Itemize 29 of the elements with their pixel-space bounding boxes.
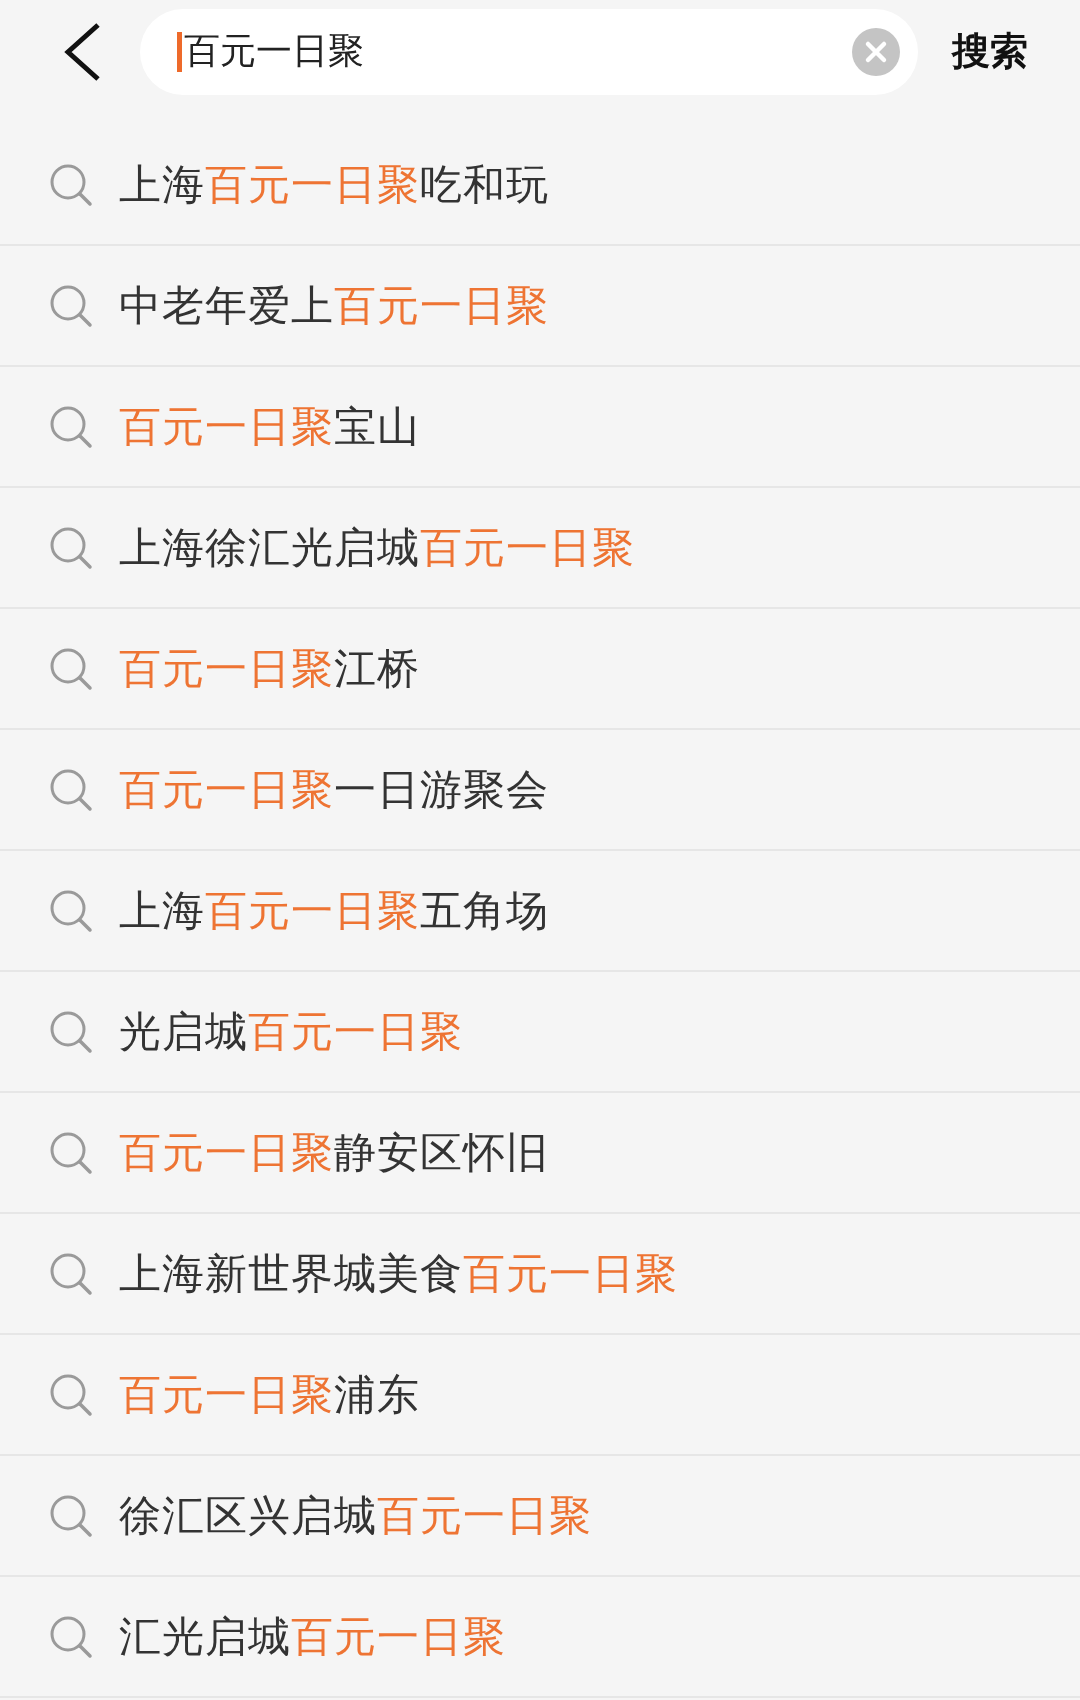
search-icon (49, 1372, 93, 1417)
search-icon (49, 888, 93, 933)
suggestion-text[interactable]: 汇光启城百元一日聚 (119, 1608, 506, 1665)
text-cursor (177, 31, 182, 72)
search-icon (49, 1009, 93, 1054)
search-icon (49, 1614, 93, 1659)
search-icon (49, 1251, 93, 1296)
suggestion-text[interactable]: 百元一日聚静安区怀旧 (119, 1124, 549, 1181)
search-icon (49, 162, 93, 207)
suggestion-text[interactable]: 上海百元一日聚五角场 (119, 882, 549, 939)
search-icon (49, 283, 93, 328)
search-icon (49, 525, 93, 570)
search-icon (49, 1130, 93, 1175)
suggestion-text[interactable]: 中老年爱上百元一日聚 (119, 277, 549, 334)
search-icon (49, 1493, 93, 1538)
suggestion-text[interactable]: 上海新世界城美食百元一日聚 (119, 1245, 678, 1302)
suggestion-text[interactable]: 光启城百元一日聚 (119, 1003, 463, 1060)
search-icon (49, 646, 93, 691)
suggestion-text[interactable]: 百元一日聚江桥 (119, 640, 420, 697)
suggestion-text[interactable]: 徐汇区兴启城百元一日聚 (119, 1487, 592, 1544)
search-icon (49, 767, 93, 812)
search-icon (49, 404, 93, 449)
suggestion-text[interactable]: 百元一日聚一日游聚会 (119, 761, 549, 818)
suggestion-text[interactable]: 百元一日聚宝山 (119, 398, 420, 455)
suggestion-text[interactable]: 百元一日聚浦东 (119, 1366, 420, 1423)
suggestion-text[interactable]: 上海百元一日聚吃和玩 (119, 156, 549, 213)
suggestion-text[interactable]: 上海徐汇光启城百元一日聚 (119, 519, 635, 576)
search-button[interactable]: 搜索 (952, 26, 1028, 77)
search-field[interactable]: 百元一日聚 (140, 8, 918, 95)
